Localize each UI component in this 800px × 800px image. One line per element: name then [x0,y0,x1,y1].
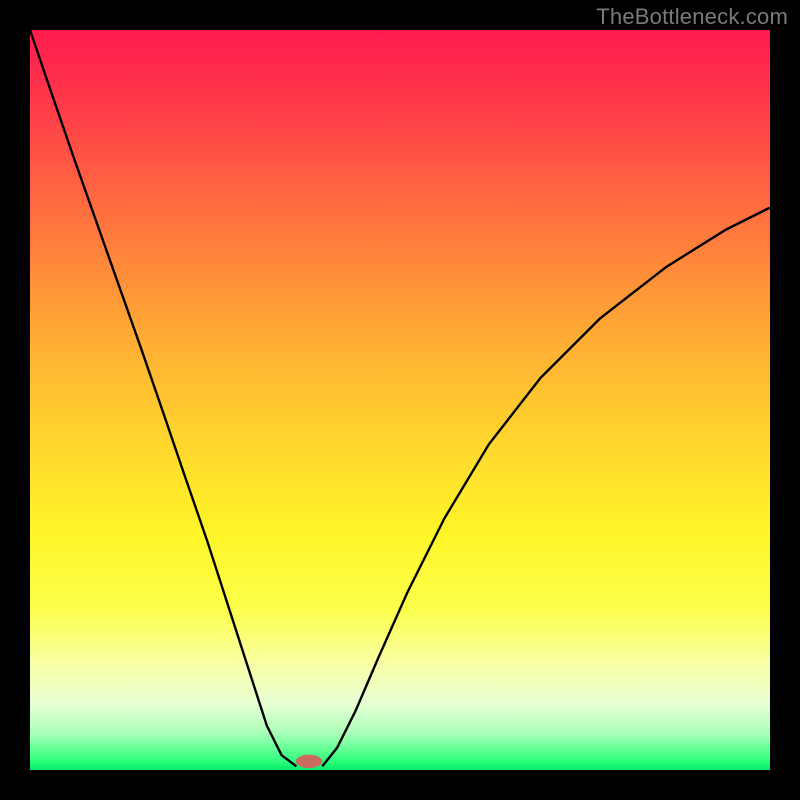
watermark-text: TheBottleneck.com [596,4,788,30]
minimum-marker [296,755,323,768]
curve-layer [30,30,770,770]
curve-right-branch [322,208,770,767]
curve-left-branch [30,30,296,766]
plot-area [30,30,770,770]
chart-frame: TheBottleneck.com [0,0,800,800]
